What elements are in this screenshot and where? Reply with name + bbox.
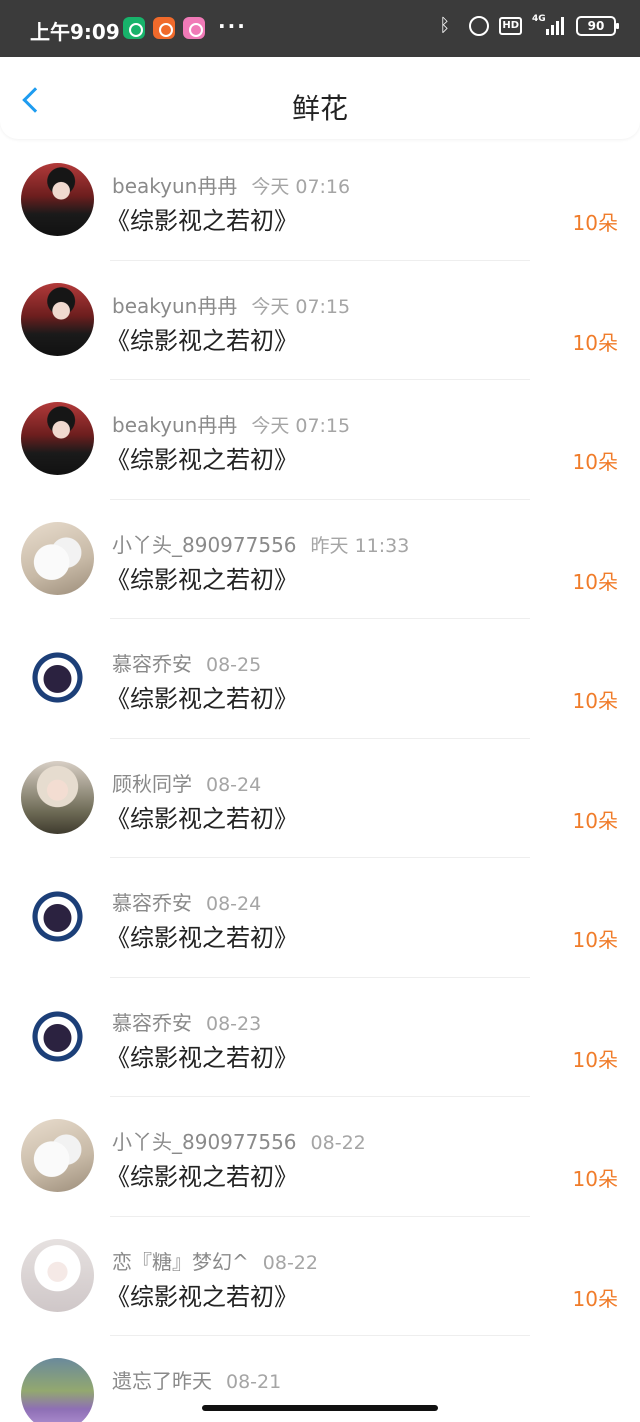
user-name-text[interactable]: 遗忘了昨天 [112, 1369, 212, 1393]
book-title[interactable]: 《综影视之若初》 [106, 201, 298, 236]
flower-count: 10朵 [572, 330, 618, 355]
flower-count: 10朵 [572, 569, 618, 594]
user-name-text[interactable]: 小丫头_890977556 [112, 533, 297, 557]
camera-app-icon [183, 17, 205, 39]
avatar[interactable] [21, 1238, 94, 1312]
list-item[interactable]: 小丫头_890977556 08-22 《综影视之若初》 10朵 [0, 1097, 640, 1217]
avatar[interactable] [21, 999, 94, 1073]
header: 鲜花 [0, 57, 640, 139]
avatar[interactable] [21, 641, 94, 714]
page-title: 鲜花 [291, 92, 348, 125]
flower-record-list: beakyun冉冉 今天 07:16 《综影视之若初》 10朵 beakyun冉冉 今天 … [0, 141, 640, 1422]
status-time: 上午9:09 [30, 20, 120, 44]
book-title[interactable]: 《综影视之若初》 [106, 1277, 298, 1312]
user-name-text[interactable]: 小丫头_890977556 [112, 1130, 297, 1154]
book-title[interactable]: 《综影视之若初》 [106, 560, 298, 595]
bluetooth-icon: ᛒ [439, 15, 451, 36]
network-type: 4G [532, 14, 546, 24]
avatar[interactable] [21, 521, 94, 595]
user-name[interactable]: beakyun冉冉 今天 07:15 [112, 409, 350, 438]
record-time: 今天 07:15 [251, 295, 351, 318]
shield-app-icon [123, 17, 145, 39]
user-name[interactable]: 慕容乔安 08-25 [112, 648, 261, 677]
user-name-text[interactable]: 顾秋同学 [112, 772, 192, 796]
app-notification-icon [153, 17, 175, 39]
list-item[interactable]: beakyun冉冉 今天 07:16 《综影视之若初》 10朵 [0, 141, 640, 261]
list-item[interactable]: 慕容乔安 08-24 《综影视之若初》 10朵 [0, 858, 640, 978]
avatar[interactable] [21, 880, 94, 953]
alarm-icon [469, 16, 490, 36]
list-item[interactable]: 恋『糖』梦幻^ 08-22 《综影视之若初》 10朵 [0, 1217, 640, 1336]
list-item[interactable]: 顾秋同学 08-24 《综影视之若初》 10朵 [0, 739, 640, 858]
avatar[interactable] [21, 402, 94, 475]
signal-icon: 4G [532, 14, 566, 37]
user-name[interactable]: 恋『糖』梦幻^ 08-22 [112, 1246, 318, 1275]
more-notifications-icon: ··· [218, 14, 247, 38]
user-name-text[interactable]: beakyun冉冉 [112, 413, 237, 437]
status-bar: 上午9:09 ··· ᛒ HD 4G 90 [0, 0, 640, 57]
user-name-text[interactable]: 慕容乔安 [112, 891, 192, 915]
flower-count: 10朵 [572, 1286, 618, 1311]
avatar[interactable] [21, 760, 94, 834]
user-name-text[interactable]: 恋『糖』梦幻^ [112, 1250, 249, 1274]
flower-count: 10朵 [572, 1047, 618, 1072]
flower-count: 10朵 [572, 928, 618, 952]
list-item[interactable]: 小丫头_890977556 昨天 11:33 《综影视之若初》 10朵 [0, 500, 640, 619]
record-time: 08-22 [310, 1132, 366, 1154]
book-title[interactable]: 《综影视之若初》 [106, 679, 298, 714]
avatar[interactable] [21, 1119, 94, 1192]
record-time: 今天 07:16 [251, 176, 351, 198]
record-time: 08-23 [206, 1012, 262, 1035]
user-name[interactable]: 顾秋同学 08-24 [112, 768, 261, 797]
record-time: 今天 07:15 [251, 415, 351, 437]
book-title[interactable]: 《综影视之若初》 [106, 440, 298, 475]
list-item[interactable]: 慕容乔安 08-23 《综影视之若初》 10朵 [0, 978, 640, 1097]
list-item[interactable]: beakyun冉冉 今天 07:15 《综影视之若初》 10朵 [0, 380, 640, 500]
record-time: 08-25 [206, 654, 262, 676]
user-name[interactable]: 小丫头_890977556 08-22 [112, 1126, 366, 1155]
book-title[interactable]: 《综影视之若初》 [106, 799, 298, 834]
hd-icon: HD [499, 17, 522, 35]
book-title[interactable]: 《综影视之若初》 [106, 918, 298, 953]
user-name-text[interactable]: 慕容乔安 [112, 652, 192, 676]
user-name[interactable]: 慕容乔安 08-23 [112, 1007, 261, 1036]
avatar[interactable] [21, 163, 94, 236]
flower-count: 10朵 [572, 211, 618, 235]
record-time: 08-24 [206, 893, 262, 915]
avatar[interactable] [21, 1358, 94, 1422]
flower-count: 10朵 [572, 1167, 618, 1191]
record-time: 08-21 [226, 1371, 282, 1393]
user-name[interactable]: 遗忘了昨天 08-21 [112, 1365, 281, 1394]
flower-count: 10朵 [572, 808, 618, 833]
book-title[interactable]: 《综影视之若初》 [106, 1157, 298, 1192]
user-name[interactable]: 小丫头_890977556 昨天 11:33 [112, 529, 409, 558]
record-time: 08-24 [206, 773, 262, 796]
user-name-text[interactable]: 慕容乔安 [112, 1011, 192, 1035]
record-time: 08-22 [262, 1251, 318, 1274]
flower-count: 10朵 [572, 689, 618, 713]
flower-count: 10朵 [572, 450, 618, 474]
user-name[interactable]: beakyun冉冉 今天 07:16 [112, 170, 350, 199]
book-title[interactable]: 《综影视之若初》 [106, 1038, 298, 1073]
book-title[interactable]: 《综影视之若初》 [106, 321, 298, 356]
record-time: 昨天 11:33 [310, 534, 410, 557]
list-item[interactable]: 慕容乔安 08-25 《综影视之若初》 10朵 [0, 619, 640, 739]
user-name[interactable]: 慕容乔安 08-24 [112, 887, 261, 916]
battery-icon: 90 [576, 16, 619, 36]
user-name[interactable]: beakyun冉冉 今天 07:15 [112, 290, 350, 319]
avatar[interactable] [21, 282, 94, 356]
list-item[interactable]: beakyun冉冉 今天 07:15 《综影视之若初》 10朵 [0, 261, 640, 380]
user-name-text[interactable]: beakyun冉冉 [112, 174, 237, 198]
user-name-text[interactable]: beakyun冉冉 [112, 294, 237, 318]
home-indicator[interactable] [202, 1405, 438, 1411]
